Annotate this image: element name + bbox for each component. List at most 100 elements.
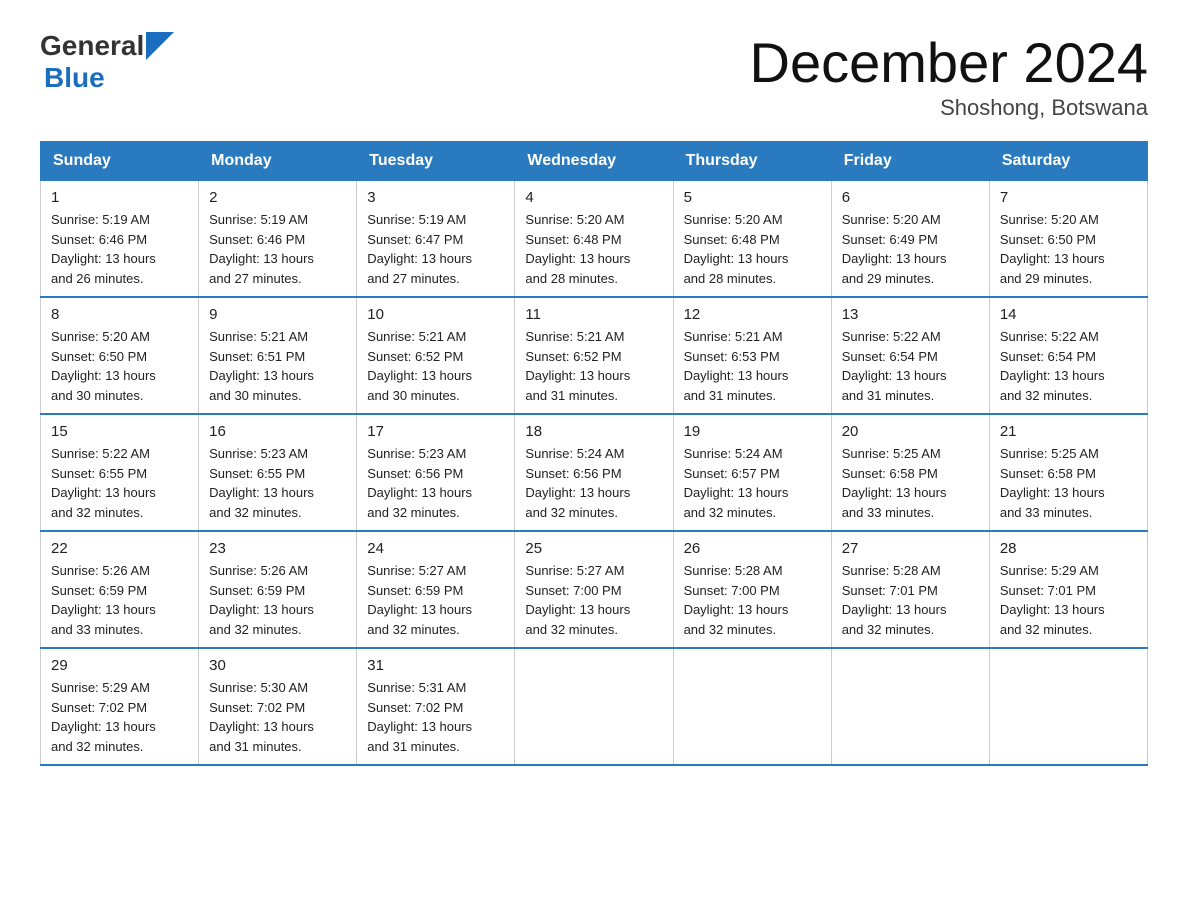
day-info: Sunrise: 5:30 AM Sunset: 7:02 PM Dayligh… [209, 678, 346, 756]
day-info: Sunrise: 5:20 AM Sunset: 6:48 PM Dayligh… [684, 210, 821, 288]
header-cell-sunday: Sunday [41, 142, 199, 181]
calendar-cell: 4 Sunrise: 5:20 AM Sunset: 6:48 PM Daylig… [515, 181, 673, 298]
header-cell-tuesday: Tuesday [357, 142, 515, 181]
day-info: Sunrise: 5:20 AM Sunset: 6:50 PM Dayligh… [51, 327, 188, 405]
calendar-cell [515, 648, 673, 765]
day-info: Sunrise: 5:28 AM Sunset: 7:01 PM Dayligh… [842, 561, 979, 639]
day-number: 3 [367, 189, 504, 206]
calendar-cell: 6 Sunrise: 5:20 AM Sunset: 6:49 PM Daylig… [831, 181, 989, 298]
day-info: Sunrise: 5:23 AM Sunset: 6:56 PM Dayligh… [367, 444, 504, 522]
calendar-cell: 9 Sunrise: 5:21 AM Sunset: 6:51 PM Daylig… [199, 297, 357, 414]
week-row-5: 29Sunrise: 5:29 AM Sunset: 7:02 PM Dayli… [41, 648, 1148, 765]
day-number: 4 [525, 189, 662, 206]
header-cell-wednesday: Wednesday [515, 142, 673, 181]
day-number: 19 [684, 423, 821, 440]
day-info: Sunrise: 5:28 AM Sunset: 7:00 PM Dayligh… [684, 561, 821, 639]
day-number: 30 [209, 657, 346, 674]
day-number: 25 [525, 540, 662, 557]
calendar-cell: 21Sunrise: 5:25 AM Sunset: 6:58 PM Dayli… [989, 414, 1147, 531]
day-info: Sunrise: 5:19 AM Sunset: 6:47 PM Dayligh… [367, 210, 504, 288]
logo-general-text: General [40, 30, 144, 62]
calendar-cell: 3 Sunrise: 5:19 AM Sunset: 6:47 PM Daylig… [357, 181, 515, 298]
day-number: 2 [209, 189, 346, 206]
calendar-cell: 13 Sunrise: 5:22 AM Sunset: 6:54 PM Dayli… [831, 297, 989, 414]
day-number: 27 [842, 540, 979, 557]
calendar-cell: 27 Sunrise: 5:28 AM Sunset: 7:01 PM Dayli… [831, 531, 989, 648]
calendar-cell: 2 Sunrise: 5:19 AM Sunset: 6:46 PM Daylig… [199, 181, 357, 298]
day-number: 7 [1000, 189, 1137, 206]
calendar-cell: 16 Sunrise: 5:23 AM Sunset: 6:55 PM Dayli… [199, 414, 357, 531]
day-info: Sunrise: 5:24 AM Sunset: 6:57 PM Dayligh… [684, 444, 821, 522]
week-row-2: 8 Sunrise: 5:20 AM Sunset: 6:50 PM Daylig… [41, 297, 1148, 414]
day-info: Sunrise: 5:24 AM Sunset: 6:56 PM Dayligh… [525, 444, 662, 522]
calendar-cell: 20Sunrise: 5:25 AM Sunset: 6:58 PM Dayli… [831, 414, 989, 531]
day-number: 13 [842, 306, 979, 323]
calendar-table: SundayMondayTuesdayWednesdayThursdayFrid… [40, 141, 1148, 766]
calendar-cell: 19 Sunrise: 5:24 AM Sunset: 6:57 PM Dayli… [673, 414, 831, 531]
calendar-cell [989, 648, 1147, 765]
day-info: Sunrise: 5:20 AM Sunset: 6:49 PM Dayligh… [842, 210, 979, 288]
day-number: 31 [367, 657, 504, 674]
day-number: 22 [51, 540, 188, 557]
day-info: Sunrise: 5:20 AM Sunset: 6:48 PM Dayligh… [525, 210, 662, 288]
day-info: Sunrise: 5:22 AM Sunset: 6:54 PM Dayligh… [1000, 327, 1137, 405]
header-cell-friday: Friday [831, 142, 989, 181]
day-number: 16 [209, 423, 346, 440]
header-cell-thursday: Thursday [673, 142, 831, 181]
day-number: 10 [367, 306, 504, 323]
day-info: Sunrise: 5:23 AM Sunset: 6:55 PM Dayligh… [209, 444, 346, 522]
day-info: Sunrise: 5:29 AM Sunset: 7:02 PM Dayligh… [51, 678, 188, 756]
day-info: Sunrise: 5:29 AM Sunset: 7:01 PM Dayligh… [1000, 561, 1137, 639]
header: General Blue December 2024 Shoshong, Bot… [40, 30, 1148, 121]
day-info: Sunrise: 5:22 AM Sunset: 6:55 PM Dayligh… [51, 444, 188, 522]
calendar-cell: 7 Sunrise: 5:20 AM Sunset: 6:50 PM Daylig… [989, 181, 1147, 298]
day-info: Sunrise: 5:19 AM Sunset: 6:46 PM Dayligh… [209, 210, 346, 288]
calendar-body: 1 Sunrise: 5:19 AM Sunset: 6:46 PM Daylig… [41, 181, 1148, 766]
calendar-cell: 23Sunrise: 5:26 AM Sunset: 6:59 PM Dayli… [199, 531, 357, 648]
logo-triangle-icon [146, 32, 174, 60]
day-number: 24 [367, 540, 504, 557]
day-number: 28 [1000, 540, 1137, 557]
day-number: 21 [1000, 423, 1137, 440]
day-number: 5 [684, 189, 821, 206]
calendar-cell: 1Sunrise: 5:19 AM Sunset: 6:46 PM Daylig… [41, 181, 199, 298]
day-number: 1 [51, 189, 188, 206]
calendar-cell: 22Sunrise: 5:26 AM Sunset: 6:59 PM Dayli… [41, 531, 199, 648]
day-info: Sunrise: 5:27 AM Sunset: 7:00 PM Dayligh… [525, 561, 662, 639]
day-number: 14 [1000, 306, 1137, 323]
calendar-cell: 10Sunrise: 5:21 AM Sunset: 6:52 PM Dayli… [357, 297, 515, 414]
logo-blue-text: Blue [44, 62, 105, 93]
header-cell-monday: Monday [199, 142, 357, 181]
calendar-cell: 12 Sunrise: 5:21 AM Sunset: 6:53 PM Dayli… [673, 297, 831, 414]
day-number: 8 [51, 306, 188, 323]
day-number: 6 [842, 189, 979, 206]
day-info: Sunrise: 5:26 AM Sunset: 6:59 PM Dayligh… [209, 561, 346, 639]
calendar-cell: 15 Sunrise: 5:22 AM Sunset: 6:55 PM Dayli… [41, 414, 199, 531]
day-number: 17 [367, 423, 504, 440]
day-number: 12 [684, 306, 821, 323]
calendar-cell: 5 Sunrise: 5:20 AM Sunset: 6:48 PM Daylig… [673, 181, 831, 298]
header-row: SundayMondayTuesdayWednesdayThursdayFrid… [41, 142, 1148, 181]
day-number: 11 [525, 306, 662, 323]
title-area: December 2024 Shoshong, Botswana [750, 30, 1148, 121]
day-number: 15 [51, 423, 188, 440]
day-number: 9 [209, 306, 346, 323]
day-info: Sunrise: 5:21 AM Sunset: 6:52 PM Dayligh… [525, 327, 662, 405]
calendar-subtitle: Shoshong, Botswana [750, 95, 1148, 121]
week-row-4: 22 Sunrise: 5:26 AM Sunset: 6:59 PM Dayli… [41, 531, 1148, 648]
calendar-cell [673, 648, 831, 765]
week-row-3: 15 Sunrise: 5:22 AM Sunset: 6:55 PM Dayli… [41, 414, 1148, 531]
day-info: Sunrise: 5:27 AM Sunset: 6:59 PM Dayligh… [367, 561, 504, 639]
calendar-cell: 17 Sunrise: 5:23 AM Sunset: 6:56 PM Dayli… [357, 414, 515, 531]
calendar-cell: 28 Sunrise: 5:29 AM Sunset: 7:01 PM Dayli… [989, 531, 1147, 648]
day-number: 20 [842, 423, 979, 440]
day-info: Sunrise: 5:21 AM Sunset: 6:51 PM Dayligh… [209, 327, 346, 405]
day-info: Sunrise: 5:22 AM Sunset: 6:54 PM Dayligh… [842, 327, 979, 405]
calendar-cell: 30 Sunrise: 5:30 AM Sunset: 7:02 PM Dayli… [199, 648, 357, 765]
day-number: 26 [684, 540, 821, 557]
calendar-cell [831, 648, 989, 765]
day-info: Sunrise: 5:21 AM Sunset: 6:53 PM Dayligh… [684, 327, 821, 405]
calendar-header: SundayMondayTuesdayWednesdayThursdayFrid… [41, 142, 1148, 181]
day-info: Sunrise: 5:20 AM Sunset: 6:50 PM Dayligh… [1000, 210, 1137, 288]
calendar-cell: 14 Sunrise: 5:22 AM Sunset: 6:54 PM Dayli… [989, 297, 1147, 414]
